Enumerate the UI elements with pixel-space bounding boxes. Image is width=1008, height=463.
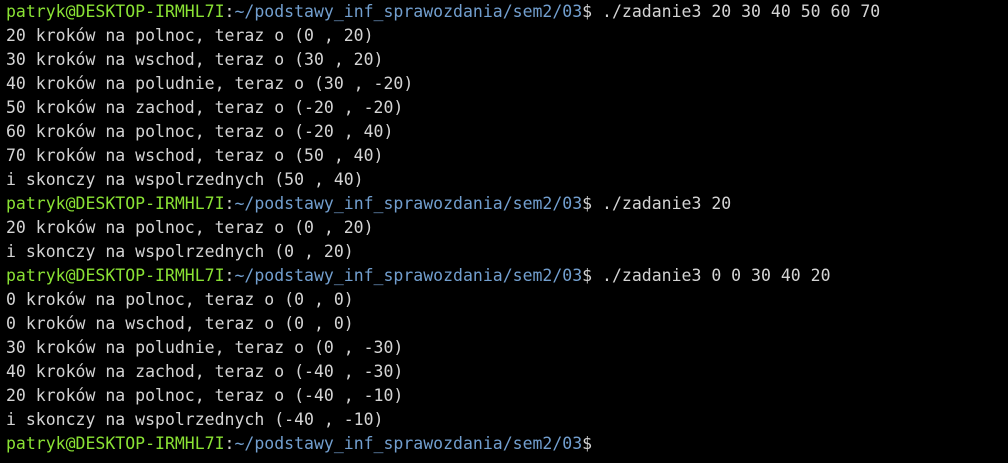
output-line: 30 kroków na poludnie, teraz o (0 , -30) <box>6 336 1008 360</box>
prompt-path: ~/podstawy_inf_sprawozdania/sem2/03 <box>234 266 583 285</box>
output-text: 40 kroków na poludnie, teraz o (30 , -20… <box>6 74 414 93</box>
output-text: 30 kroków na poludnie, teraz o (0 , -30) <box>6 338 404 357</box>
output-line: 0 kroków na polnoc, teraz o (0 , 0) <box>6 288 1008 312</box>
prompt-path: ~/podstawy_inf_sprawozdania/sem2/03 <box>234 434 583 453</box>
output-text: 60 kroków na polnoc, teraz o (-20 , 40) <box>6 122 394 141</box>
prompt-separator: : <box>224 266 235 285</box>
output-line: i skonczy na wspolrzednych (50 , 40) <box>6 168 1008 192</box>
output-text: i skonczy na wspolrzednych (50 , 40) <box>6 170 364 189</box>
output-text: 20 kroków na polnoc, teraz o (0 , 20) <box>6 218 374 237</box>
output-line: 50 kroków na zachod, teraz o (-20 , -20) <box>6 96 1008 120</box>
output-text: i skonczy na wspolrzednych (-40 , -10) <box>6 410 384 429</box>
output-line: 60 kroków na polnoc, teraz o (-20 , 40) <box>6 120 1008 144</box>
output-line: 30 kroków na wschod, teraz o (30 , 20) <box>6 48 1008 72</box>
output-line: 0 kroków na wschod, teraz o (0 , 0) <box>6 312 1008 336</box>
output-line: 20 kroków na polnoc, teraz o (0 , 20) <box>6 216 1008 240</box>
terminal-output: patryk@DESKTOP-IRMHL7I:~/podstawy_inf_sp… <box>6 0 1008 456</box>
output-text: 20 kroków na polnoc, teraz o (-40 , -10) <box>6 386 404 405</box>
prompt-separator: : <box>224 2 235 21</box>
output-line: 40 kroków na zachod, teraz o (-40 , -30) <box>6 360 1008 384</box>
prompt-symbol: $ <box>582 2 603 21</box>
prompt-user: patryk@DESKTOP-IRMHL7I <box>6 266 225 285</box>
prompt-symbol: $ <box>582 194 603 213</box>
prompt-separator: : <box>224 194 235 213</box>
output-text: 20 kroków na polnoc, teraz o (0 , 20) <box>6 26 374 45</box>
output-text: 0 kroków na polnoc, teraz o (0 , 0) <box>6 290 354 309</box>
command-text: ./zadanie3 0 0 30 40 20 <box>602 266 831 285</box>
prompt-user: patryk@DESKTOP-IRMHL7I <box>6 434 225 453</box>
prompt-line: patryk@DESKTOP-IRMHL7I:~/podstawy_inf_sp… <box>6 432 1008 456</box>
output-line: i skonczy na wspolrzednych (0 , 20) <box>6 240 1008 264</box>
output-text: 50 kroków na zachod, teraz o (-20 , -20) <box>6 98 404 117</box>
prompt-user: patryk@DESKTOP-IRMHL7I <box>6 194 225 213</box>
output-text: 30 kroków na wschod, teraz o (30 , 20) <box>6 50 384 69</box>
prompt-line: patryk@DESKTOP-IRMHL7I:~/podstawy_inf_sp… <box>6 0 1008 24</box>
output-text: 70 kroków na wschod, teraz o (50 , 40) <box>6 146 384 165</box>
output-line: 20 kroków na polnoc, teraz o (0 , 20) <box>6 24 1008 48</box>
prompt-user: patryk@DESKTOP-IRMHL7I <box>6 2 225 21</box>
command-text: ./zadanie3 20 <box>602 194 732 213</box>
output-line: i skonczy na wspolrzednych (-40 , -10) <box>6 408 1008 432</box>
prompt-line: patryk@DESKTOP-IRMHL7I:~/podstawy_inf_sp… <box>6 264 1008 288</box>
command-text: ./zadanie3 20 30 40 50 60 70 <box>602 2 881 21</box>
output-line: 70 kroków na wschod, teraz o (50 , 40) <box>6 144 1008 168</box>
prompt-separator: : <box>224 434 235 453</box>
prompt-path: ~/podstawy_inf_sprawozdania/sem2/03 <box>234 2 583 21</box>
output-text: 40 kroków na zachod, teraz o (-40 , -30) <box>6 362 404 381</box>
prompt-symbol: $ <box>582 434 593 453</box>
output-line: 40 kroków na poludnie, teraz o (30 , -20… <box>6 72 1008 96</box>
output-text: 0 kroków na wschod, teraz o (0 , 0) <box>6 314 354 333</box>
output-line: 20 kroków na polnoc, teraz o (-40 , -10) <box>6 384 1008 408</box>
prompt-path: ~/podstawy_inf_sprawozdania/sem2/03 <box>234 194 583 213</box>
prompt-line: patryk@DESKTOP-IRMHL7I:~/podstawy_inf_sp… <box>6 192 1008 216</box>
terminal-window[interactable]: patryk@DESKTOP-IRMHL7I:~/podstawy_inf_sp… <box>0 0 1008 463</box>
output-text: i skonczy na wspolrzednych (0 , 20) <box>6 242 354 261</box>
prompt-symbol: $ <box>582 266 603 285</box>
